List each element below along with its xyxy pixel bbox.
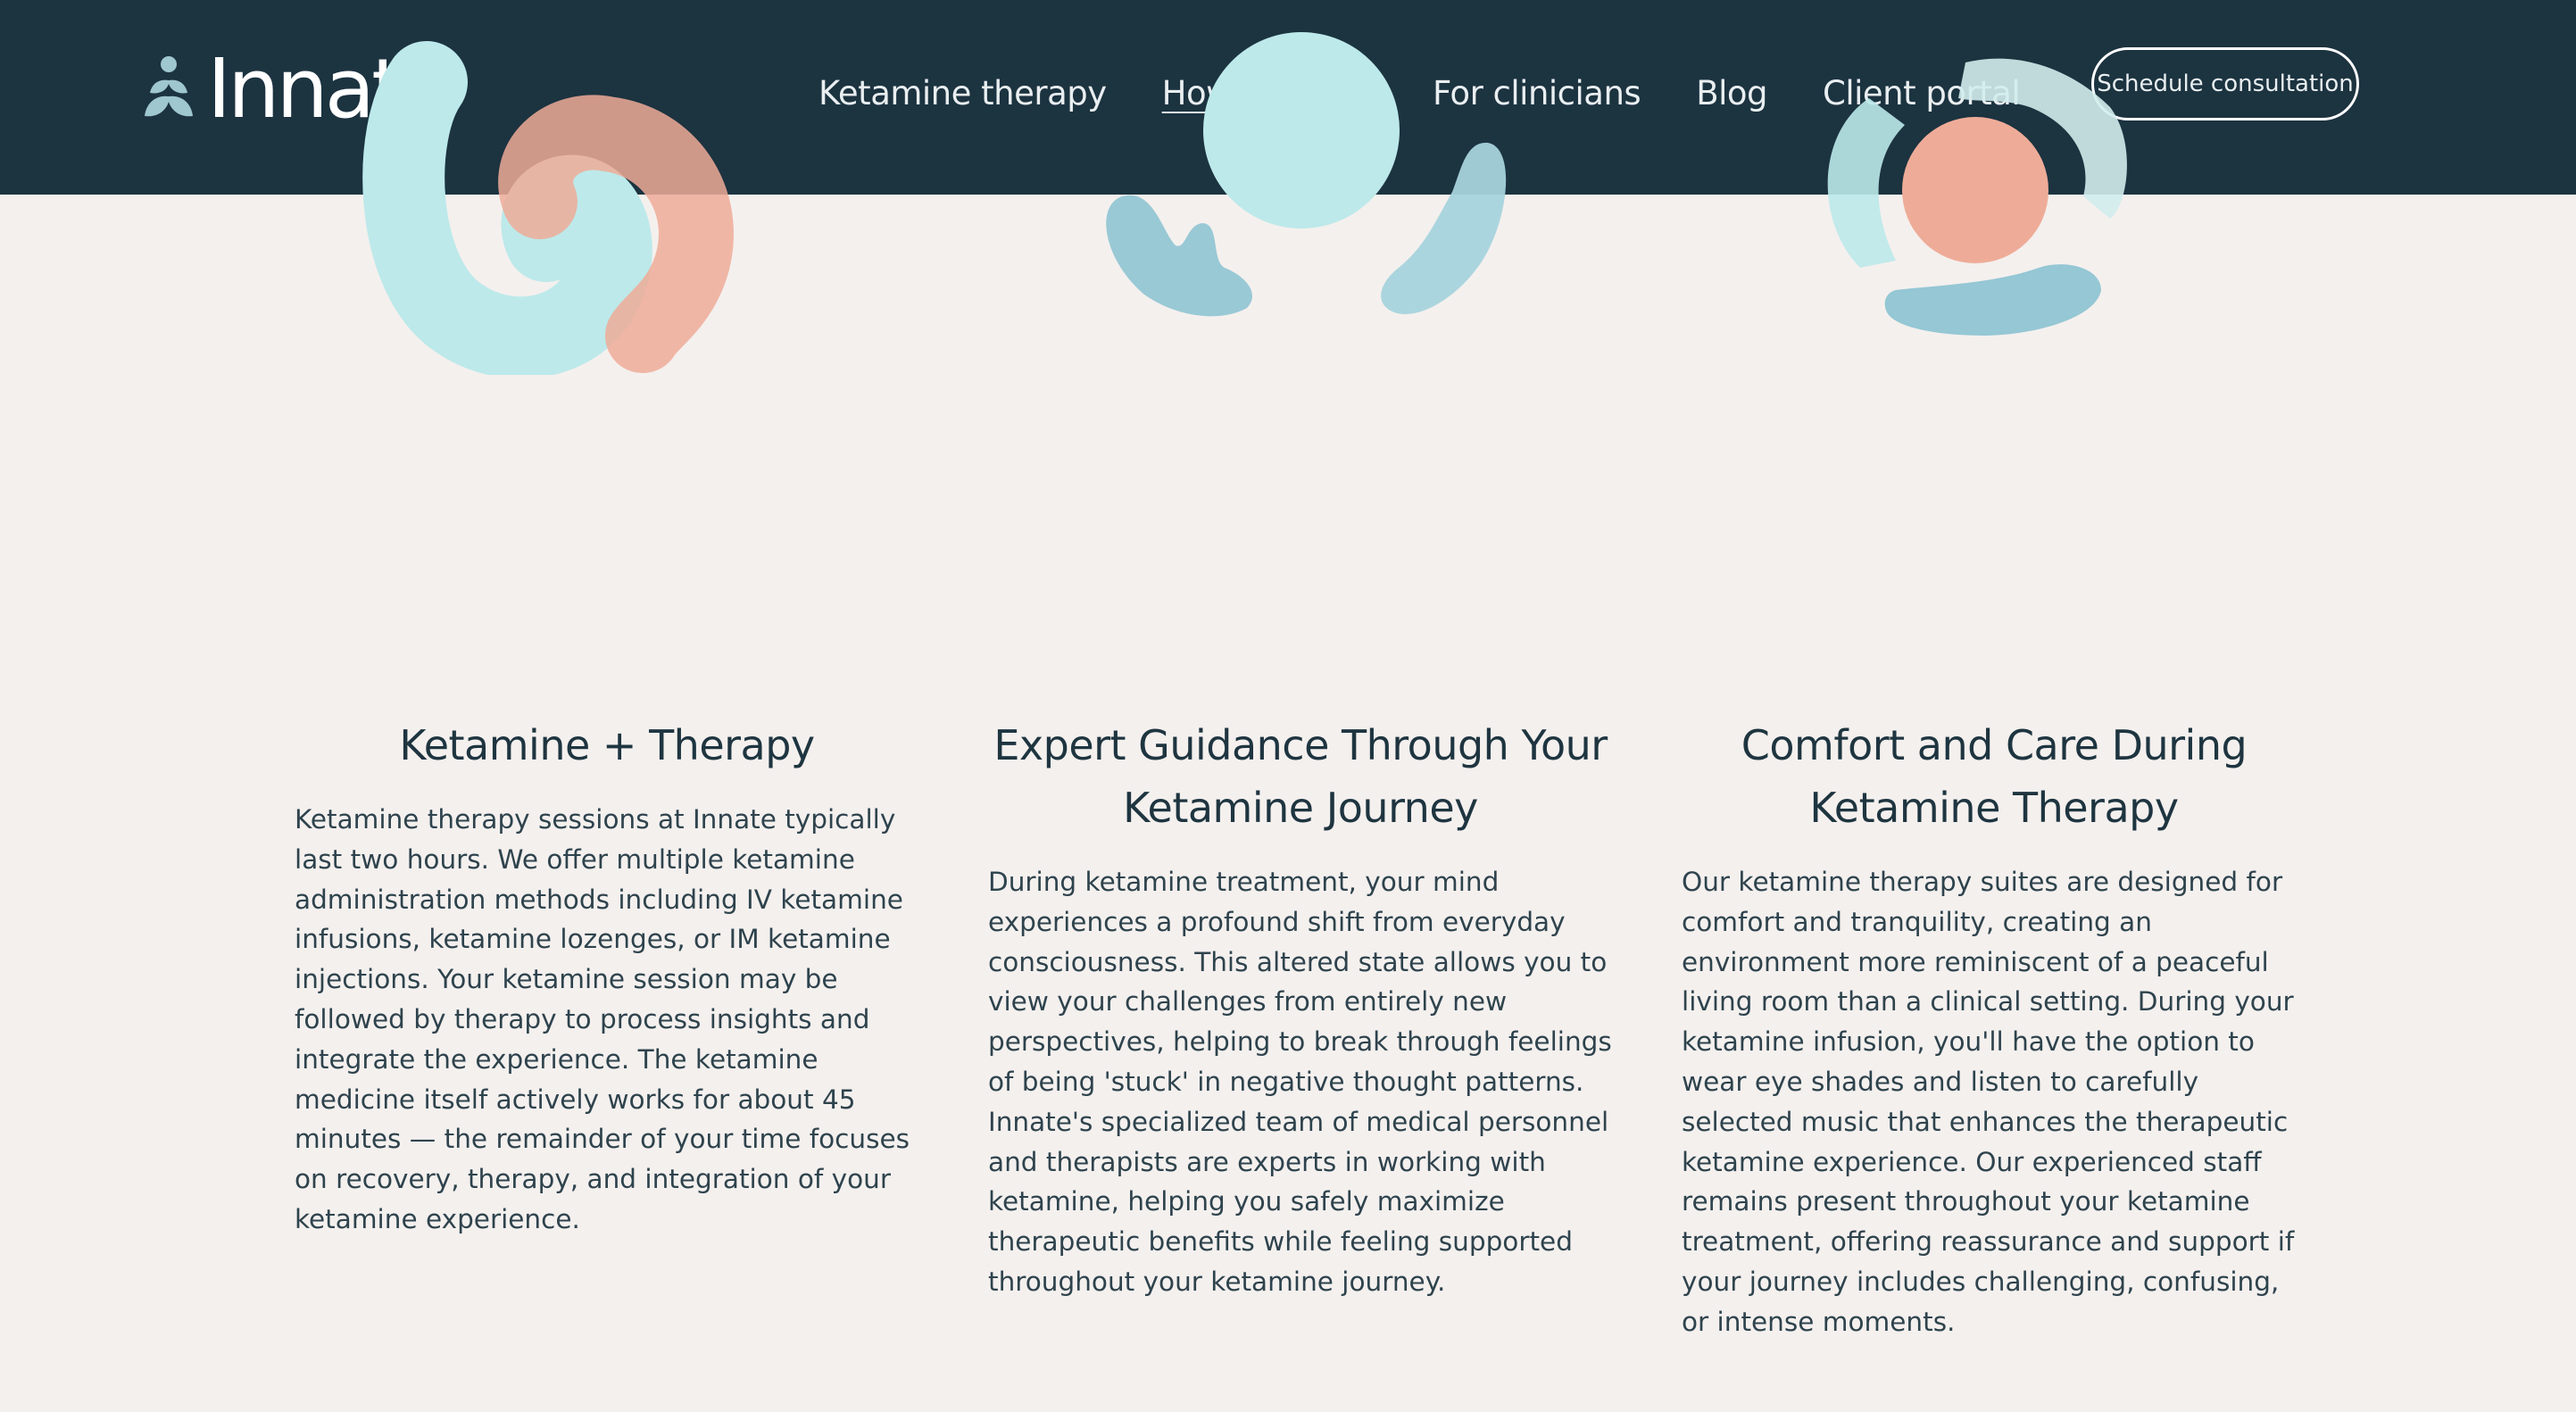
card-body: Ketamine therapy sessions at Innate typi… [295,804,910,1234]
swirl-illustration [295,0,919,696]
card-title: Comfort and Care During Ketamine Therapy [1741,721,2248,832]
card-title: Expert Guidance Through Your Ketamine Jo… [993,721,1608,832]
lotus-logo-icon [145,56,193,117]
embrace-circle-illustration [1682,0,2306,696]
hands-holding-circle-illustration [988,0,1613,696]
card-title: Ketamine + Therapy [399,721,815,769]
card-body: During ketamine treatment, your mind exp… [988,867,1612,1297]
card-body: Our ketamine therapy suites are designed… [1682,867,2295,1337]
